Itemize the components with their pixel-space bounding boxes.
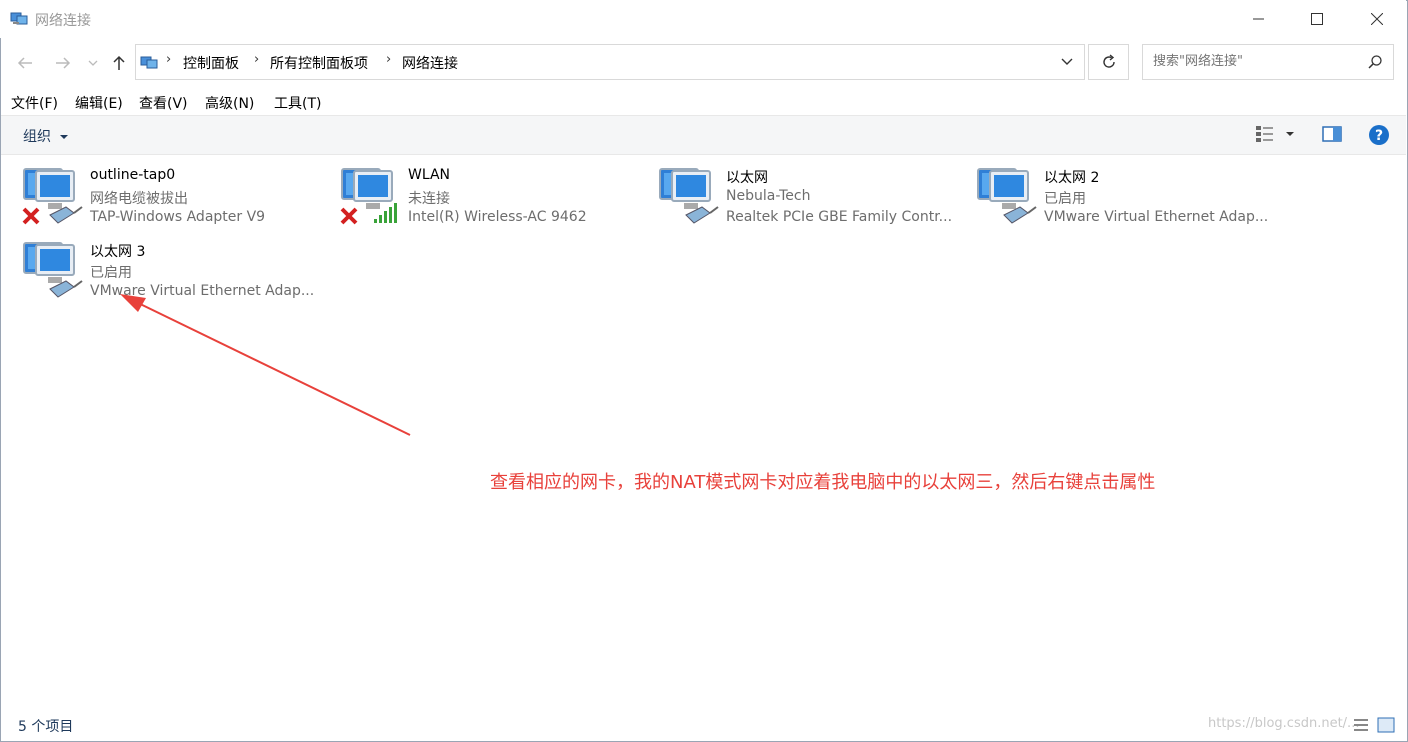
annotation-arrow: [120, 294, 411, 436]
watermark: https://blog.csdn.net/...: [1208, 716, 1360, 731]
annotation-text: 查看相应的网卡，我的NAT模式网卡对应着我电脑中的以太网三，然后右键点击属性: [490, 472, 1156, 493]
details-view-icon[interactable]: [1352, 716, 1396, 734]
item-count: 5 个项目: [18, 719, 74, 735]
